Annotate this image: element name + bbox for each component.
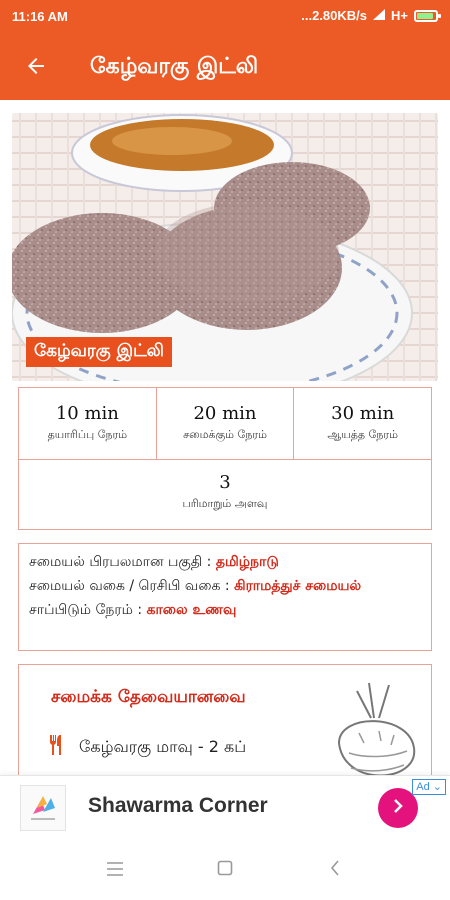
- back-chevron-icon: [329, 860, 341, 880]
- status-bar: 11:16 AM ...2.80KB/s H+: [0, 0, 450, 34]
- cutlery-icon: [49, 735, 65, 759]
- timing-card: 10 min தயாரிப்பு நேரம் 20 min சமைக்கும் …: [18, 387, 432, 530]
- region-line: சமையல் பிரபலமான பகுதி : தமிழ்நாடு: [29, 552, 421, 572]
- arrow-left-icon: [24, 54, 48, 82]
- meal-line: சாப்பிடும் நேரம் : காலை உணவு: [29, 600, 421, 620]
- prep-time-cell: 10 min தயாரிப்பு நேரம்: [19, 388, 157, 460]
- cook-time-cell: 20 min சமைக்கும் நேரம்: [156, 388, 295, 460]
- nav-back-button[interactable]: [320, 855, 350, 885]
- network-type: H+: [391, 8, 408, 23]
- battery-level: [417, 12, 434, 19]
- type-value: கிராமத்துச் சமையல்: [234, 578, 362, 594]
- ingredient-item: கேழ்வரகு மாவு - 2 கப்: [49, 735, 246, 759]
- back-button[interactable]: [16, 48, 56, 88]
- meal-label: சாப்பிடும் நேரம் :: [29, 602, 147, 618]
- total-time-label: ஆயத்த நேரம்: [327, 428, 398, 441]
- home-square-icon: [217, 860, 233, 880]
- ad-badge-label: Ad: [416, 781, 430, 793]
- status-indicators: ...2.80KB/s H+: [301, 8, 441, 23]
- cook-time-value: 20 min: [193, 403, 257, 424]
- region-value: தமிழ்நாடு: [215, 554, 279, 570]
- network-speed: ...2.80KB/s: [301, 8, 368, 23]
- cook-time-label: சமைக்கும் நேரம்: [183, 428, 267, 441]
- signal-icon: [373, 8, 386, 23]
- hero-caption: கேழ்வரகு இட்லி: [26, 337, 172, 367]
- ingredients-heading: சமைக்க தேவையானவை: [51, 687, 246, 707]
- region-label: சமையல் பிரபலமான பகுதி :: [29, 554, 216, 570]
- menu-icon: [106, 861, 124, 880]
- prep-time-label: தயாரிப்பு நேரம்: [47, 428, 128, 441]
- type-line: சமையல் வகை / ரெசிபி வகை : கிராமத்துச் சம…: [29, 576, 421, 596]
- total-time-cell: 30 min ஆயத்த நேரம்: [294, 388, 432, 460]
- nav-home-button[interactable]: [210, 855, 240, 885]
- page-title: கேழ்வரகு இட்லி: [90, 54, 259, 79]
- battery-icon: [414, 9, 441, 22]
- nav-menu-button[interactable]: [100, 855, 130, 885]
- chevron-right-icon: [389, 797, 407, 819]
- status-time: 11:16 AM: [12, 9, 68, 24]
- ad-banner[interactable]: Shawarma Corner Ad ⌄: [0, 775, 450, 839]
- timing-row: 10 min தயாரிப்பு நேரம் 20 min சமைக்கும் …: [19, 388, 432, 460]
- system-nav-bar: [0, 840, 450, 900]
- servings-value: 3: [219, 472, 231, 493]
- servings-label: பரிமாறும் அளவு: [182, 497, 268, 510]
- ingredient-text: கேழ்வரகு மாவு - 2 கப்: [79, 736, 247, 756]
- recipe-hero-image: கேழ்வரகு இட்லி: [12, 113, 438, 381]
- app-bar: கேழ்வரகு இட்லி: [0, 34, 450, 100]
- total-time-value: 30 min: [331, 403, 395, 424]
- app-root: 11:16 AM ...2.80KB/s H+ கேழ்வரகு இட்லி க…: [0, 0, 450, 900]
- type-label: சமையல் வகை / ரெசிபி வகை :: [29, 578, 235, 594]
- servings-cell: 3 பரிமாறும் அளவு: [19, 460, 431, 530]
- ad-logo: [20, 785, 66, 831]
- prep-time-value: 10 min: [55, 403, 119, 424]
- ad-badge[interactable]: Ad ⌄: [412, 779, 446, 795]
- meal-value: காலை உணவு: [146, 602, 237, 618]
- recipe-details-card: சமையல் பிரபலமான பகுதி : தமிழ்நாடு சமையல்…: [18, 543, 432, 651]
- ad-title[interactable]: Shawarma Corner: [88, 794, 268, 818]
